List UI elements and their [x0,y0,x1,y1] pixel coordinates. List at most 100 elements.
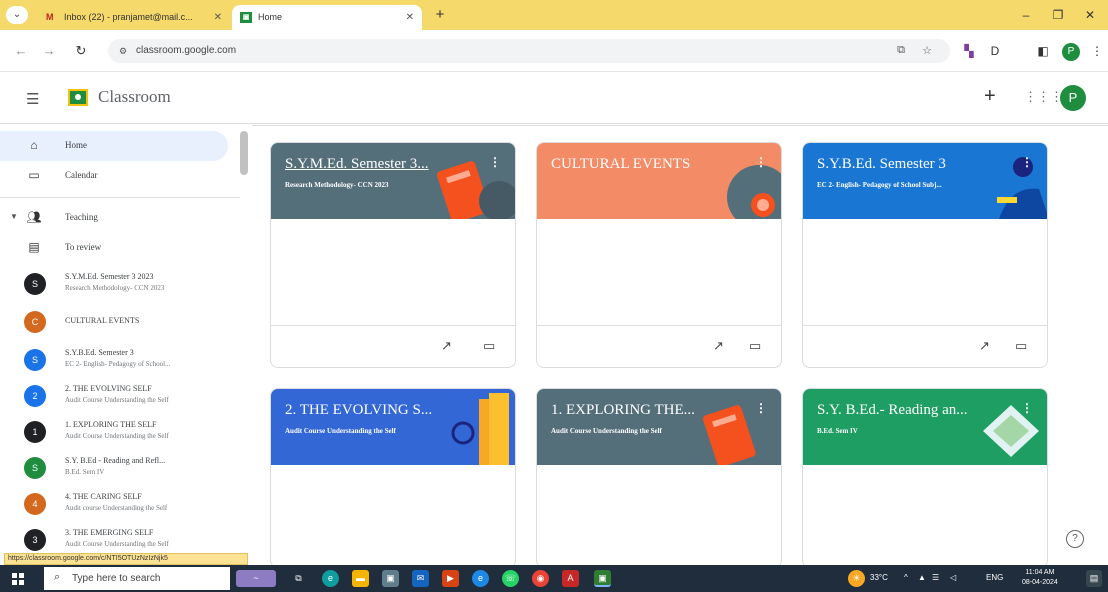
acrobat-icon[interactable]: A [562,570,579,587]
class-avatar: C [24,311,46,333]
trending-icon[interactable]: ↗ [713,338,724,354]
class-card-banner[interactable]: S.Y. B.Ed.- Reading an... B.Ed. Sem IV ⋮ [803,389,1047,465]
classroom-logo-icon[interactable] [68,89,88,106]
url-text[interactable]: classroom.google.com [136,39,236,63]
class-section: EC 2- English- Pedagogy of School... [65,360,171,368]
tab-inbox[interactable]: M Inbox (22) - pranjamet@mail.c... ✕ [38,5,230,30]
tab-search-icon[interactable]: ⌄ [6,6,28,24]
more-options-icon[interactable]: ⋮ [1021,401,1033,415]
file-explorer-icon[interactable]: ▬ [352,570,369,587]
class-card-title[interactable]: S.Y.M.Ed. Semester 3... [285,156,475,173]
class-card[interactable]: S.Y. B.Ed.- Reading an... B.Ed. Sem IV ⋮ [802,388,1048,568]
whatsapp-icon[interactable]: ☏ [502,570,519,587]
sidebar-class-item[interactable]: S S.Y.B.Ed. Semester 3 EC 2- English- Pe… [0,343,240,379]
sidebar-class-item[interactable]: S S.Y. B.Ed - Reading and Refl... B.Ed. … [0,451,240,487]
cortana-image-icon[interactable]: ~ [236,570,276,587]
task-view-icon[interactable]: ⧉ [290,570,307,587]
install-app-icon[interactable]: ⧉ [894,44,908,57]
main-menu-icon[interactable]: ☰ [26,90,39,108]
forward-arrow-icon[interactable]: → [40,43,58,58]
chrome-profile-avatar[interactable]: P [1062,43,1080,61]
back-arrow-icon[interactable]: ← [12,43,30,58]
bookmark-star-icon[interactable]: ☆ [920,44,934,57]
minimize-button[interactable]: – [1014,6,1038,24]
close-window-button[interactable]: ✕ [1078,6,1102,24]
class-avatar: 1 [24,421,46,443]
trending-icon[interactable]: ↗ [441,338,452,354]
class-card[interactable]: CULTURAL EVENTS ⋮ ↗ ▭ [536,142,782,368]
language-indicator[interactable]: ENG [986,573,1003,582]
internet-explorer-icon[interactable]: e [472,570,489,587]
expand-caret-icon[interactable]: ▼ [10,212,18,221]
weather-icon[interactable]: ☀ [848,570,865,587]
site-info-icon[interactable]: ⚙ [116,44,130,58]
class-card-title[interactable]: CULTURAL EVENTS [551,156,741,173]
class-card[interactable]: 1. EXPLORING THE... Audit Course Underst… [536,388,782,568]
folder-icon[interactable]: ▭ [1015,338,1027,354]
more-options-icon[interactable]: ⋮ [489,155,501,169]
notification-center-icon[interactable]: ▤ [1086,570,1102,587]
folder-icon[interactable]: ▭ [749,338,761,354]
mail-icon[interactable]: ✉ [412,570,429,587]
edge-icon[interactable]: e [322,570,339,587]
close-icon[interactable]: ✕ [406,5,414,30]
account-avatar[interactable]: P [1060,85,1086,111]
create-join-class-button[interactable]: + [984,85,996,108]
taskbar-search-input[interactable]: ⌕ Type here to search [44,567,230,590]
new-tab-button[interactable]: + [430,6,450,26]
classroom-taskbar-icon[interactable]: ▣ [594,570,611,587]
sidebar-class-item[interactable]: 2 2. THE EVOLVING SELF Audit Course Unde… [0,379,240,415]
class-card-banner[interactable]: S.Y.B.Ed. Semester 3 EC 2- English- Peda… [803,143,1047,219]
class-card-footer: ↗ ▭ [803,325,1047,367]
windows-start-icon[interactable] [12,573,24,585]
class-card-title[interactable]: S.Y.B.Ed. Semester 3 [817,156,1007,173]
sidebar-scrollbar[interactable] [240,131,248,175]
extension-icon[interactable]: ▚ [960,42,978,60]
reading-list-icon[interactable]: D [986,42,1004,60]
sidebar-class-item[interactable]: S S.Y.M.Ed. Semester 3 2023 Research Met… [0,267,240,303]
sidebar-class-item[interactable]: 4 4. THE CARING SELF Audit course Unders… [0,487,240,523]
trending-icon[interactable]: ↗ [979,338,990,354]
class-card-title[interactable]: 1. EXPLORING THE... [551,402,741,419]
class-card-banner[interactable]: 1. EXPLORING THE... Audit Course Underst… [537,389,781,465]
sidebar-class-item[interactable]: 1 1. EXPLORING THE SELF Audit Course Und… [0,415,240,451]
side-panel-icon[interactable]: ◧ [1034,42,1052,60]
class-card-title[interactable]: 2. THE EVOLVING S... [285,402,475,419]
network-icon[interactable]: ▲ [918,573,926,582]
class-card[interactable]: S.Y.B.Ed. Semester 3 EC 2- English- Peda… [802,142,1048,368]
class-avatar: 2 [24,385,46,407]
more-options-icon[interactable]: ⋮ [1021,155,1033,169]
wifi-icon[interactable]: ☰ [932,573,939,582]
more-options-icon[interactable]: ⋮ [755,155,767,169]
chrome-icon[interactable]: ◉ [532,570,549,587]
sidebar-item-teaching[interactable]: ▼ 👥︎ Teaching [0,203,240,233]
google-apps-icon[interactable]: ⋮⋮⋮ [1024,89,1063,105]
tab-home[interactable]: ▣ Home ✕ [232,5,422,30]
volume-icon[interactable]: ◁ [950,573,956,582]
sidebar-item-calendar[interactable]: ▭ Calendar [0,161,240,191]
tray-overflow-icon[interactable]: ^ [904,573,908,582]
class-card-banner[interactable]: 2. THE EVOLVING S... Audit Course Unders… [271,389,515,465]
temperature-text[interactable]: 33°C [870,573,888,582]
close-icon[interactable]: ✕ [214,5,222,30]
people-icon: 👥︎ [26,210,42,224]
sidebar-item-to-review[interactable]: ▤ To review [0,233,240,263]
app-title[interactable]: Classroom [98,87,171,107]
class-card-banner[interactable]: CULTURAL EVENTS ⋮ [537,143,781,219]
class-card-title[interactable]: S.Y. B.Ed.- Reading an... [817,402,1007,419]
more-options-icon[interactable]: ⋮ [755,401,767,415]
reload-icon[interactable]: ↻ [72,43,90,59]
restore-button[interactable]: ❐ [1046,6,1070,24]
folder-icon[interactable]: ▭ [483,338,495,354]
help-icon[interactable]: ? [1066,530,1084,548]
class-card-banner[interactable]: S.Y.M.Ed. Semester 3... Research Methodo… [271,143,515,219]
system-clock[interactable]: 11:04 AM 08-04-2024 [1022,568,1058,588]
chrome-menu-icon[interactable]: ⋮ [1088,42,1106,60]
sidebar-class-item[interactable]: C CULTURAL EVENTS [0,305,240,341]
media-icon[interactable]: ▶ [442,570,459,587]
class-card[interactable]: S.Y.M.Ed. Semester 3... Research Methodo… [270,142,516,368]
store-icon[interactable]: ▣ [382,570,399,587]
sidebar-item-home[interactable]: ⌂ Home [0,131,228,161]
class-card[interactable]: 2. THE EVOLVING S... Audit Course Unders… [270,388,516,568]
address-bar[interactable]: ⚙ classroom.google.com ⧉ ☆ [108,39,950,63]
